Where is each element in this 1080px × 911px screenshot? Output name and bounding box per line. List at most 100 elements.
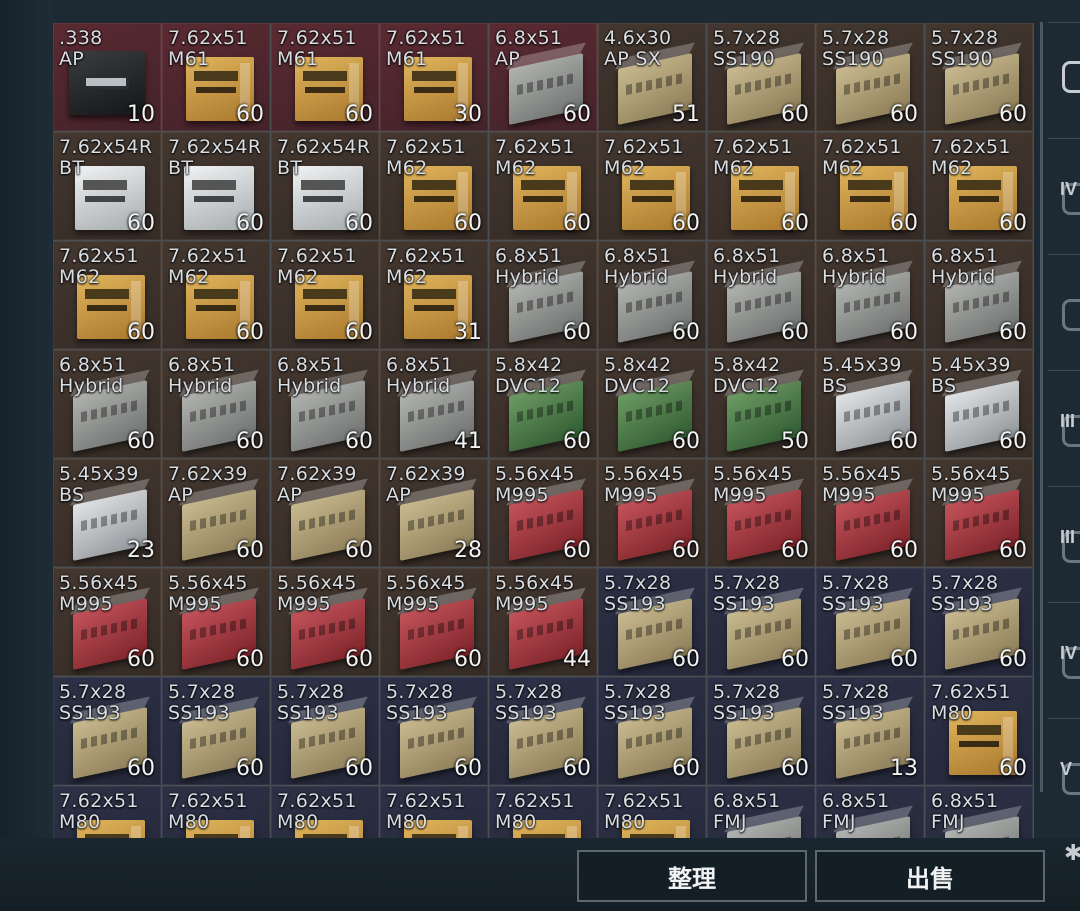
inventory-slot[interactable]: 7.62x51 M62 60 xyxy=(816,132,924,240)
inventory-slot[interactable]: 7.62x51 M62 31 xyxy=(380,241,488,349)
sidebar-tab[interactable]: IV xyxy=(1048,138,1080,243)
sidebar-tab[interactable]: III xyxy=(1048,486,1080,591)
inventory-slot[interactable]: 7.62x54R BT 60 xyxy=(271,132,379,240)
inventory-slot[interactable]: 6.8x51 Hybrid 60 xyxy=(271,350,379,458)
inventory-slot[interactable]: 5.7x28 SS193 60 xyxy=(489,677,597,785)
inventory-slot[interactable]: 5.56x45 M995 60 xyxy=(380,568,488,676)
inventory-slot[interactable]: 5.56x45 M995 44 xyxy=(489,568,597,676)
inventory-slot[interactable]: 5.7x28 SS193 60 xyxy=(816,568,924,676)
inventory-slot[interactable]: 7.62x51 M80 xyxy=(489,786,597,838)
inventory-slot[interactable]: 5.8x42 DVC12 60 xyxy=(598,350,706,458)
inventory-slot[interactable]: 5.7x28 SS193 60 xyxy=(380,677,488,785)
inventory-slot[interactable]: 5.7x28 SS190 60 xyxy=(925,23,1033,131)
ammo-type: M62 xyxy=(822,157,864,179)
inventory-slot[interactable]: 6.8x51 Hybrid 60 xyxy=(707,241,815,349)
inventory-slot[interactable]: 7.62x51 M61 60 xyxy=(162,23,270,131)
inventory-slot[interactable]: 7.62x39 AP 28 xyxy=(380,459,488,567)
gear-icon[interactable]: ✱ xyxy=(1064,842,1080,866)
inventory-slot[interactable]: 7.62x51 M62 60 xyxy=(162,241,270,349)
sort-button[interactable]: 整理 xyxy=(577,850,807,902)
ammo-quantity: 23 xyxy=(127,538,155,563)
inventory-slot[interactable]: 7.62x39 AP 60 xyxy=(271,459,379,567)
ammo-caliber: 5.56x45 xyxy=(713,463,793,485)
ammo-type: AP xyxy=(277,484,303,506)
inventory-slot[interactable]: 5.7x28 SS193 60 xyxy=(271,677,379,785)
inventory-slot[interactable]: 6.8x51 Hybrid 60 xyxy=(489,241,597,349)
inventory-slot[interactable]: 7.62x51 M61 30 xyxy=(380,23,488,131)
inventory-slot[interactable]: 7.62x51 M61 60 xyxy=(271,23,379,131)
inventory-slot[interactable]: 7.62x51 M62 60 xyxy=(271,241,379,349)
ammo-type: AP SX xyxy=(604,48,662,70)
inventory-slot[interactable]: 4.6x30 AP SX 51 xyxy=(598,23,706,131)
inventory-slot[interactable]: 7.62x51 M80 xyxy=(380,786,488,838)
ammo-quantity: 50 xyxy=(781,429,809,454)
sidebar-tab[interactable]: V xyxy=(1048,718,1080,823)
inventory-slot[interactable]: 7.62x51 M80 xyxy=(598,786,706,838)
ammo-caliber: 7.62x51 xyxy=(168,27,248,49)
inventory-slot[interactable]: 5.45x39 BS 60 xyxy=(816,350,924,458)
sidebar-tab[interactable] xyxy=(1048,22,1080,127)
inventory-slot[interactable]: 6.8x51 Hybrid 60 xyxy=(53,350,161,458)
inventory-slot[interactable]: 5.8x42 DVC12 50 xyxy=(707,350,815,458)
ammo-quantity: 60 xyxy=(672,538,700,563)
panel-divider xyxy=(1040,22,1043,792)
ammo-quantity: 60 xyxy=(890,538,918,563)
ammo-caliber: 5.7x28 xyxy=(713,572,781,594)
inventory-slot[interactable]: 6.8x51 AP 60 xyxy=(489,23,597,131)
inventory-slot[interactable]: 5.56x45 M995 60 xyxy=(489,459,597,567)
inventory-slot[interactable]: 5.45x39 BS 23 xyxy=(53,459,161,567)
inventory-slot[interactable]: 5.56x45 M995 60 xyxy=(816,459,924,567)
inventory-slot[interactable]: 6.8x51 Hybrid 60 xyxy=(816,241,924,349)
inventory-slot[interactable]: .338 AP 10 xyxy=(53,23,161,131)
inventory-slot[interactable]: 5.45x39 BS 60 xyxy=(925,350,1033,458)
inventory-slot[interactable]: 5.56x45 M995 60 xyxy=(925,459,1033,567)
inventory-slot[interactable]: 7.62x51 M80 xyxy=(162,786,270,838)
inventory-slot[interactable]: 5.7x28 SS193 60 xyxy=(707,677,815,785)
inventory-slot[interactable]: 7.62x51 M62 60 xyxy=(598,132,706,240)
ammo-caliber: 5.45x39 xyxy=(822,354,902,376)
inventory-slot[interactable]: 7.62x51 M62 60 xyxy=(380,132,488,240)
inventory-slot[interactable]: 5.56x45 M995 60 xyxy=(162,568,270,676)
inventory-slot[interactable]: 7.62x51 M80 xyxy=(53,786,161,838)
sidebar-tab[interactable]: IV xyxy=(1048,602,1080,707)
inventory-slot[interactable]: 5.56x45 M995 60 xyxy=(598,459,706,567)
inventory-slot[interactable]: 7.62x54R BT 60 xyxy=(53,132,161,240)
inventory-slot[interactable]: 6.8x51 FMJ xyxy=(707,786,815,838)
inventory-slot[interactable]: 7.62x51 M62 60 xyxy=(489,132,597,240)
inventory-slot[interactable]: 6.8x51 Hybrid 41 xyxy=(380,350,488,458)
inventory-slot[interactable]: 5.7x28 SS193 60 xyxy=(598,568,706,676)
inventory-slot[interactable]: 5.7x28 SS190 60 xyxy=(816,23,924,131)
inventory-slot[interactable]: 5.7x28 SS190 60 xyxy=(707,23,815,131)
inventory-slot[interactable]: 5.7x28 SS193 60 xyxy=(162,677,270,785)
inventory-slot[interactable]: 6.8x51 Hybrid 60 xyxy=(162,350,270,458)
sell-button[interactable]: 出售 xyxy=(815,850,1045,902)
sidebar-tab[interactable] xyxy=(1048,254,1080,359)
ammo-quantity: 60 xyxy=(345,102,373,127)
ammo-type: M62 xyxy=(386,157,428,179)
ammo-quantity: 44 xyxy=(563,647,591,672)
inventory-slot[interactable]: 5.7x28 SS193 60 xyxy=(598,677,706,785)
inventory-slot[interactable]: 7.62x51 M62 60 xyxy=(707,132,815,240)
inventory-slot[interactable]: 7.62x51 M80 xyxy=(271,786,379,838)
ammo-quantity: 60 xyxy=(781,320,809,345)
inventory-slot[interactable]: 6.8x51 Hybrid 60 xyxy=(925,241,1033,349)
inventory-slot[interactable]: 6.8x51 FMJ xyxy=(816,786,924,838)
inventory-slot[interactable]: 7.62x51 M80 60 xyxy=(925,677,1033,785)
inventory-slot[interactable]: 7.62x39 AP 60 xyxy=(162,459,270,567)
sidebar-tab[interactable]: III xyxy=(1048,370,1080,475)
inventory-slot[interactable]: 5.56x45 M995 60 xyxy=(53,568,161,676)
inventory-slot[interactable]: 6.8x51 FMJ xyxy=(925,786,1033,838)
inventory-slot[interactable]: 7.62x54R BT 60 xyxy=(162,132,270,240)
inventory-slot[interactable]: 5.7x28 SS193 60 xyxy=(53,677,161,785)
inventory-slot[interactable]: 5.56x45 M995 60 xyxy=(707,459,815,567)
ammo-type: SS193 xyxy=(59,702,121,724)
inventory-slot[interactable]: 7.62x51 M62 60 xyxy=(925,132,1033,240)
inventory-slot[interactable]: 6.8x51 Hybrid 60 xyxy=(598,241,706,349)
inventory-slot[interactable]: 5.56x45 M995 60 xyxy=(271,568,379,676)
inventory-slot[interactable]: 5.7x28 SS193 13 xyxy=(816,677,924,785)
ammo-type: Hybrid xyxy=(495,266,560,288)
inventory-slot[interactable]: 5.8x42 DVC12 60 xyxy=(489,350,597,458)
inventory-slot[interactable]: 7.62x51 M62 60 xyxy=(53,241,161,349)
inventory-slot[interactable]: 5.7x28 SS193 60 xyxy=(925,568,1033,676)
inventory-slot[interactable]: 5.7x28 SS193 60 xyxy=(707,568,815,676)
